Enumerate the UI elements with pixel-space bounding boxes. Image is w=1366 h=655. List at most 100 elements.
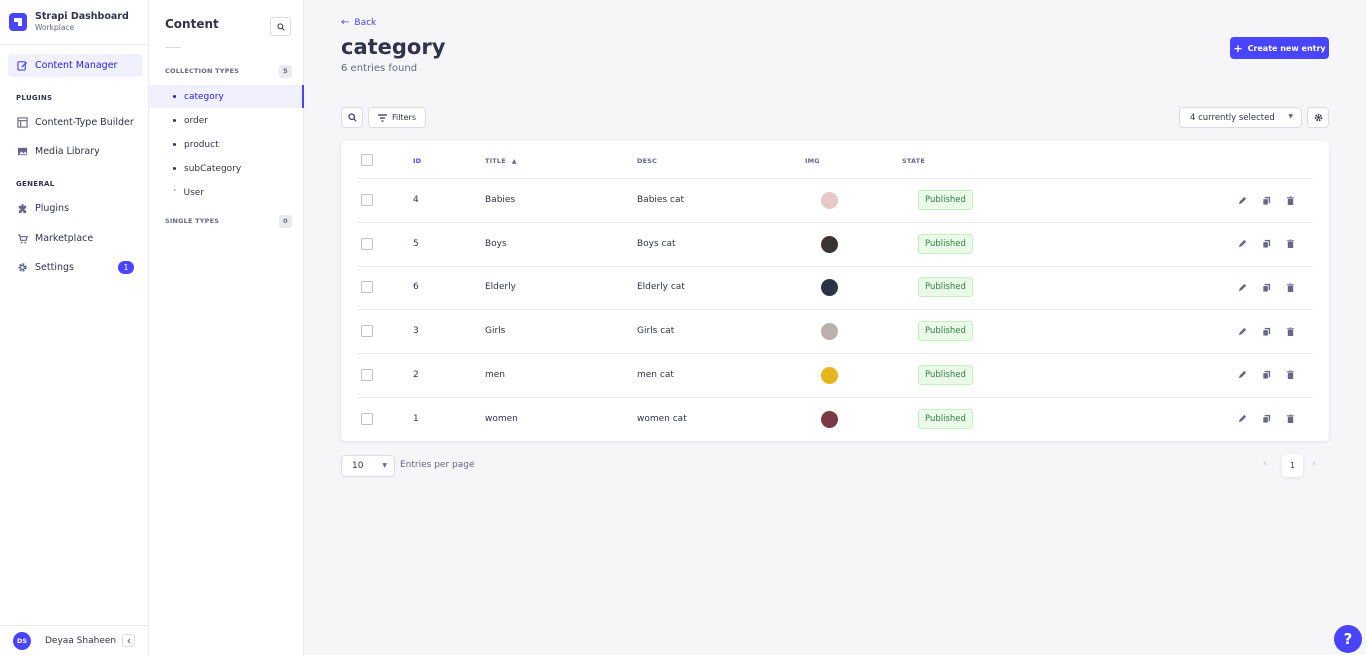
- nav-content-type-builder[interactable]: Content-Type Builder: [8, 111, 143, 134]
- arrow-left-icon: ←: [341, 17, 350, 28]
- cart-icon: [16, 233, 28, 245]
- nav-media-library[interactable]: Media Library: [8, 140, 143, 163]
- chevron-right-icon[interactable]: ›: [1312, 458, 1316, 469]
- row-checkbox[interactable]: [361, 368, 373, 381]
- subnav-search-button[interactable]: [270, 17, 291, 36]
- trash-icon[interactable]: [1284, 413, 1296, 425]
- pencil-edit-icon[interactable]: [1236, 281, 1248, 293]
- trash-icon[interactable]: [1284, 369, 1296, 381]
- cell-id: 2: [413, 369, 419, 380]
- image-thumbnail: [821, 192, 838, 209]
- cell-desc: Elderly cat: [637, 282, 685, 293]
- create-button-label: Create new entry: [1247, 43, 1326, 53]
- nav-label: Content-Type Builder: [35, 117, 134, 128]
- duplicate-icon[interactable]: [1260, 194, 1272, 206]
- help-button[interactable]: ?: [1334, 625, 1362, 653]
- gear-icon: [1314, 113, 1322, 122]
- status-badge: Published: [918, 277, 973, 298]
- trash-icon[interactable]: [1284, 194, 1296, 206]
- single-types-label: SINGLE TYPES: [165, 217, 220, 225]
- nav-content-manager[interactable]: Content Manager: [8, 54, 143, 77]
- table-row[interactable]: 5 Boys Boys cat Published: [357, 223, 1313, 267]
- cell-id: 1: [413, 413, 419, 424]
- status-badge: Published: [918, 408, 973, 429]
- subnav-item-label: order: [184, 115, 208, 126]
- col-desc[interactable]: DESC: [637, 157, 657, 165]
- pencil-edit-icon[interactable]: [1236, 413, 1248, 425]
- single-types-header[interactable]: SINGLE TYPES 0: [165, 214, 292, 228]
- table-row[interactable]: 1 women women cat Published: [357, 398, 1313, 442]
- nav-marketplace[interactable]: Marketplace: [8, 227, 143, 250]
- pencil-edit-icon[interactable]: [1236, 194, 1248, 206]
- row-checkbox[interactable]: [361, 194, 373, 206]
- pencil-edit-icon[interactable]: [1236, 369, 1248, 381]
- per-page-select[interactable]: 10 ▼: [341, 455, 395, 477]
- col-img[interactable]: IMG: [805, 157, 820, 165]
- gear-icon: [16, 262, 28, 274]
- subnav-item-product[interactable]: product: [149, 133, 304, 156]
- cell-desc: Girls cat: [637, 326, 675, 337]
- columns-select-value: 4 currently selected: [1190, 112, 1275, 123]
- nav-settings[interactable]: Settings 1: [8, 256, 143, 279]
- chevron-left-icon[interactable]: ‹: [1263, 458, 1267, 469]
- settings-badge: 1: [118, 261, 134, 274]
- back-link[interactable]: ← Back: [341, 17, 376, 28]
- cell-title: Girls: [485, 326, 506, 337]
- subnav-item-user[interactable]: ˆ User: [149, 181, 304, 204]
- table-row[interactable]: 2 men men cat Published: [357, 354, 1313, 398]
- trash-icon[interactable]: [1284, 325, 1296, 337]
- image-thumbnail: [821, 410, 838, 428]
- row-checkbox[interactable]: [361, 281, 373, 294]
- table-row[interactable]: 4 Babies Babies cat Published: [357, 179, 1313, 223]
- duplicate-icon[interactable]: [1260, 281, 1272, 293]
- table-search-button[interactable]: [341, 107, 363, 128]
- duplicate-icon[interactable]: [1260, 238, 1272, 250]
- username[interactable]: Deyaa Shaheen: [45, 636, 116, 646]
- subnav-item-subcategory[interactable]: subCategory: [149, 157, 304, 180]
- col-title-label: TITLE: [485, 157, 506, 165]
- image-thumbnail: [821, 323, 838, 341]
- select-all-checkbox[interactable]: [361, 154, 373, 166]
- collection-types-header[interactable]: COLLECTION TYPES 5: [165, 64, 292, 78]
- list-settings-button[interactable]: [1307, 107, 1329, 128]
- col-state[interactable]: STATE: [902, 157, 925, 165]
- image-thumbnail: [821, 279, 838, 297]
- subnav-item-category[interactable]: category: [149, 85, 304, 108]
- per-page-value: 10: [352, 461, 364, 471]
- duplicate-icon[interactable]: [1260, 369, 1272, 381]
- trash-icon[interactable]: [1284, 238, 1296, 250]
- cell-id: 6: [413, 282, 419, 293]
- status-badge: Published: [918, 364, 973, 385]
- cell-title: Elderly: [485, 282, 516, 293]
- page-button[interactable]: 1: [1282, 454, 1303, 477]
- cell-id: 5: [413, 238, 419, 249]
- brand[interactable]: Strapi Dashboard Workplace: [0, 0, 148, 45]
- cell-title: men: [485, 369, 506, 380]
- row-checkbox[interactable]: [361, 325, 373, 338]
- row-checkbox[interactable]: [361, 412, 373, 425]
- duplicate-icon[interactable]: [1260, 413, 1272, 425]
- table-row[interactable]: 6 Elderly Elderly cat Published: [357, 266, 1313, 311]
- sort-asc-icon: ▲: [511, 158, 517, 165]
- create-new-entry-button[interactable]: + Create new entry: [1230, 37, 1329, 59]
- columns-select[interactable]: 4 currently selected ▼: [1179, 107, 1302, 128]
- table-row[interactable]: 3 Girls Girls cat Published: [357, 310, 1313, 355]
- col-id[interactable]: ID: [413, 157, 421, 165]
- subnav-item-order[interactable]: order: [149, 109, 304, 132]
- divider: [165, 47, 181, 48]
- nav-plugins[interactable]: Plugins: [8, 197, 143, 220]
- main-nav: Strapi Dashboard Workplace Content Manag…: [0, 0, 149, 655]
- per-page-label: Entries per page: [400, 460, 475, 470]
- collapse-nav-button[interactable]: [122, 634, 135, 647]
- row-checkbox[interactable]: [361, 237, 373, 250]
- trash-icon[interactable]: [1284, 281, 1296, 293]
- pencil-edit-icon[interactable]: [1236, 238, 1248, 250]
- col-title[interactable]: TITLE ▲: [485, 157, 517, 165]
- layout-icon: [16, 117, 28, 129]
- avatar[interactable]: DS: [13, 631, 31, 650]
- bullet-icon: [173, 95, 176, 98]
- duplicate-icon[interactable]: [1260, 325, 1272, 337]
- cell-desc: Babies cat: [637, 195, 684, 205]
- pencil-edit-icon[interactable]: [1236, 325, 1248, 337]
- filters-button[interactable]: Filters: [368, 107, 426, 128]
